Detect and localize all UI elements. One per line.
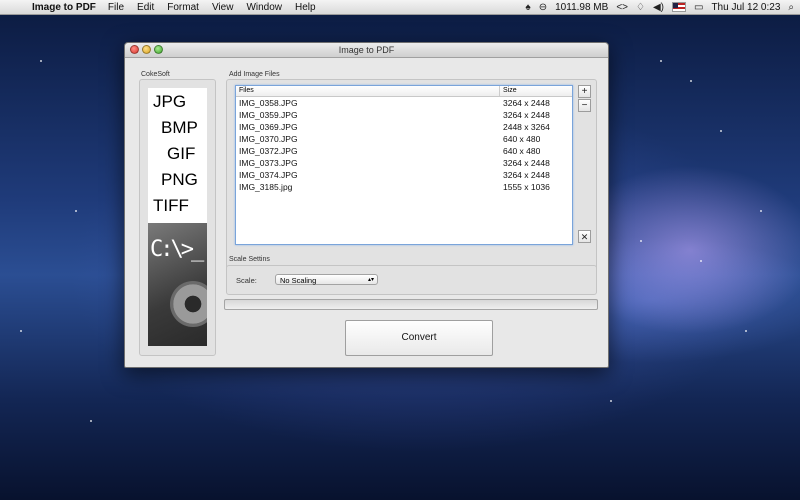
file-name-cell: IMG_0369.JPG xyxy=(239,122,298,132)
file-size-cell: 2448 x 3264 xyxy=(503,122,550,132)
format-png: PNG xyxy=(161,170,198,189)
table-row[interactable]: IMG_0374.JPG 3264 x 2448 xyxy=(236,169,572,181)
files-section-label: Add Image Files xyxy=(229,71,280,78)
menu-format[interactable]: Format xyxy=(167,2,199,13)
format-bmp: BMP xyxy=(161,118,198,137)
format-banner-image: JPG BMP GIF PNG TIFF C:\>_ xyxy=(148,88,207,346)
volume-icon[interactable]: ◀) xyxy=(653,2,664,13)
file-size-cell: 1555 x 1036 xyxy=(503,182,550,192)
format-jpg: JPG xyxy=(153,92,187,111)
menu-file[interactable]: File xyxy=(108,2,124,13)
gear-icon xyxy=(170,281,207,327)
battery-icon[interactable]: ▭ xyxy=(694,2,703,13)
qq-status-icon[interactable]: ♠ xyxy=(525,2,530,13)
zoom-window-button[interactable] xyxy=(154,45,163,54)
memory-icon[interactable]: ⊖ xyxy=(539,2,547,13)
conversion-progress-bar xyxy=(224,299,598,310)
table-header: Files Size xyxy=(236,86,572,97)
menu-window[interactable]: Window xyxy=(246,2,282,13)
menu-help[interactable]: Help xyxy=(295,2,316,13)
column-header-size[interactable]: Size xyxy=(500,86,517,96)
sidebar-banner-panel: JPG BMP GIF PNG TIFF C:\>_ xyxy=(139,79,216,356)
window-title: Image to PDF xyxy=(338,45,395,55)
menu-edit[interactable]: Edit xyxy=(137,2,154,13)
column-header-files[interactable]: Files xyxy=(236,86,500,96)
memory-readout[interactable]: 1011.98 MB xyxy=(555,2,608,13)
file-name-cell: IMG_0370.JPG xyxy=(239,134,298,144)
spotlight-search-icon[interactable]: ⌕ xyxy=(788,2,794,13)
file-size-cell: 640 x 480 xyxy=(503,146,541,156)
window-titlebar[interactable]: Image to PDF xyxy=(125,43,608,58)
file-size-cell: 640 x 480 xyxy=(503,134,541,144)
diamond-icon[interactable]: ♢ xyxy=(636,2,645,13)
app-window: Image to PDF CokeSoft JPG BMP GIF PNG TI… xyxy=(124,42,609,368)
table-row[interactable]: IMG_0359.JPG 3264 x 2448 xyxy=(236,109,572,121)
sync-arrows-icon[interactable]: <> xyxy=(616,2,628,13)
scale-select-value: No Scaling xyxy=(280,276,317,285)
files-table[interactable]: Files Size IMG_0358.JPG 3264 x 2448 IMG_03… xyxy=(235,85,573,245)
table-row[interactable]: IMG_0369.JPG 2448 x 3264 xyxy=(236,121,572,133)
menu-view[interactable]: View xyxy=(212,2,234,13)
menubar-clock[interactable]: Thu Jul 12 0:23 xyxy=(711,2,780,13)
table-row[interactable]: IMG_0370.JPG 640 x 480 xyxy=(236,133,572,145)
menu-app-name[interactable]: Image to PDF xyxy=(32,2,96,13)
table-row[interactable]: IMG_0372.JPG 640 x 480 xyxy=(236,145,572,157)
file-name-cell: IMG_0358.JPG xyxy=(239,98,298,108)
table-row[interactable]: IMG_0373.JPG 3264 x 2448 xyxy=(236,157,572,169)
file-size-cell: 3264 x 2448 xyxy=(503,170,550,180)
scale-label: Scale: xyxy=(236,276,257,285)
sidebar-label: CokeSoft xyxy=(141,71,170,78)
command-prompt-graphic: C:\>_ xyxy=(148,223,207,346)
file-size-cell: 3264 x 2448 xyxy=(503,98,550,108)
close-window-button[interactable] xyxy=(130,45,139,54)
file-size-cell: 3264 x 2448 xyxy=(503,110,550,120)
file-name-cell: IMG_0373.JPG xyxy=(239,158,298,168)
cmd-prompt-text: C:\>_ xyxy=(150,237,204,262)
format-tiff: TIFF xyxy=(153,196,189,215)
scale-settings-panel: Scale: No Scaling ▴▾ xyxy=(226,265,597,295)
input-source-flag-icon[interactable] xyxy=(672,2,686,12)
files-panel: Files Size IMG_0358.JPG 3264 x 2448 IMG_03… xyxy=(226,79,597,292)
convert-button[interactable]: Convert xyxy=(345,320,493,356)
add-file-button[interactable]: + xyxy=(578,85,591,98)
table-row[interactable]: IMG_3185.jpg 1555 x 1036 xyxy=(236,181,572,193)
remove-file-button[interactable]: − xyxy=(578,99,591,112)
select-arrows-icon: ▴▾ xyxy=(367,277,374,283)
minimize-window-button[interactable] xyxy=(142,45,151,54)
file-name-cell: IMG_0372.JPG xyxy=(239,146,298,156)
menu-bar: Image to PDF File Edit Format View Windo… xyxy=(0,0,800,15)
file-name-cell: IMG_0374.JPG xyxy=(239,170,298,180)
file-size-cell: 3264 x 2448 xyxy=(503,158,550,168)
clear-list-button[interactable]: ✕ xyxy=(578,230,591,243)
scale-section-label: Scale Settins xyxy=(229,256,270,263)
scale-select[interactable]: No Scaling ▴▾ xyxy=(275,274,378,285)
file-name-cell: IMG_3185.jpg xyxy=(239,182,293,192)
file-name-cell: IMG_0359.JPG xyxy=(239,110,298,120)
format-gif: GIF xyxy=(167,144,196,163)
table-row[interactable]: IMG_0358.JPG 3264 x 2448 xyxy=(236,97,572,109)
